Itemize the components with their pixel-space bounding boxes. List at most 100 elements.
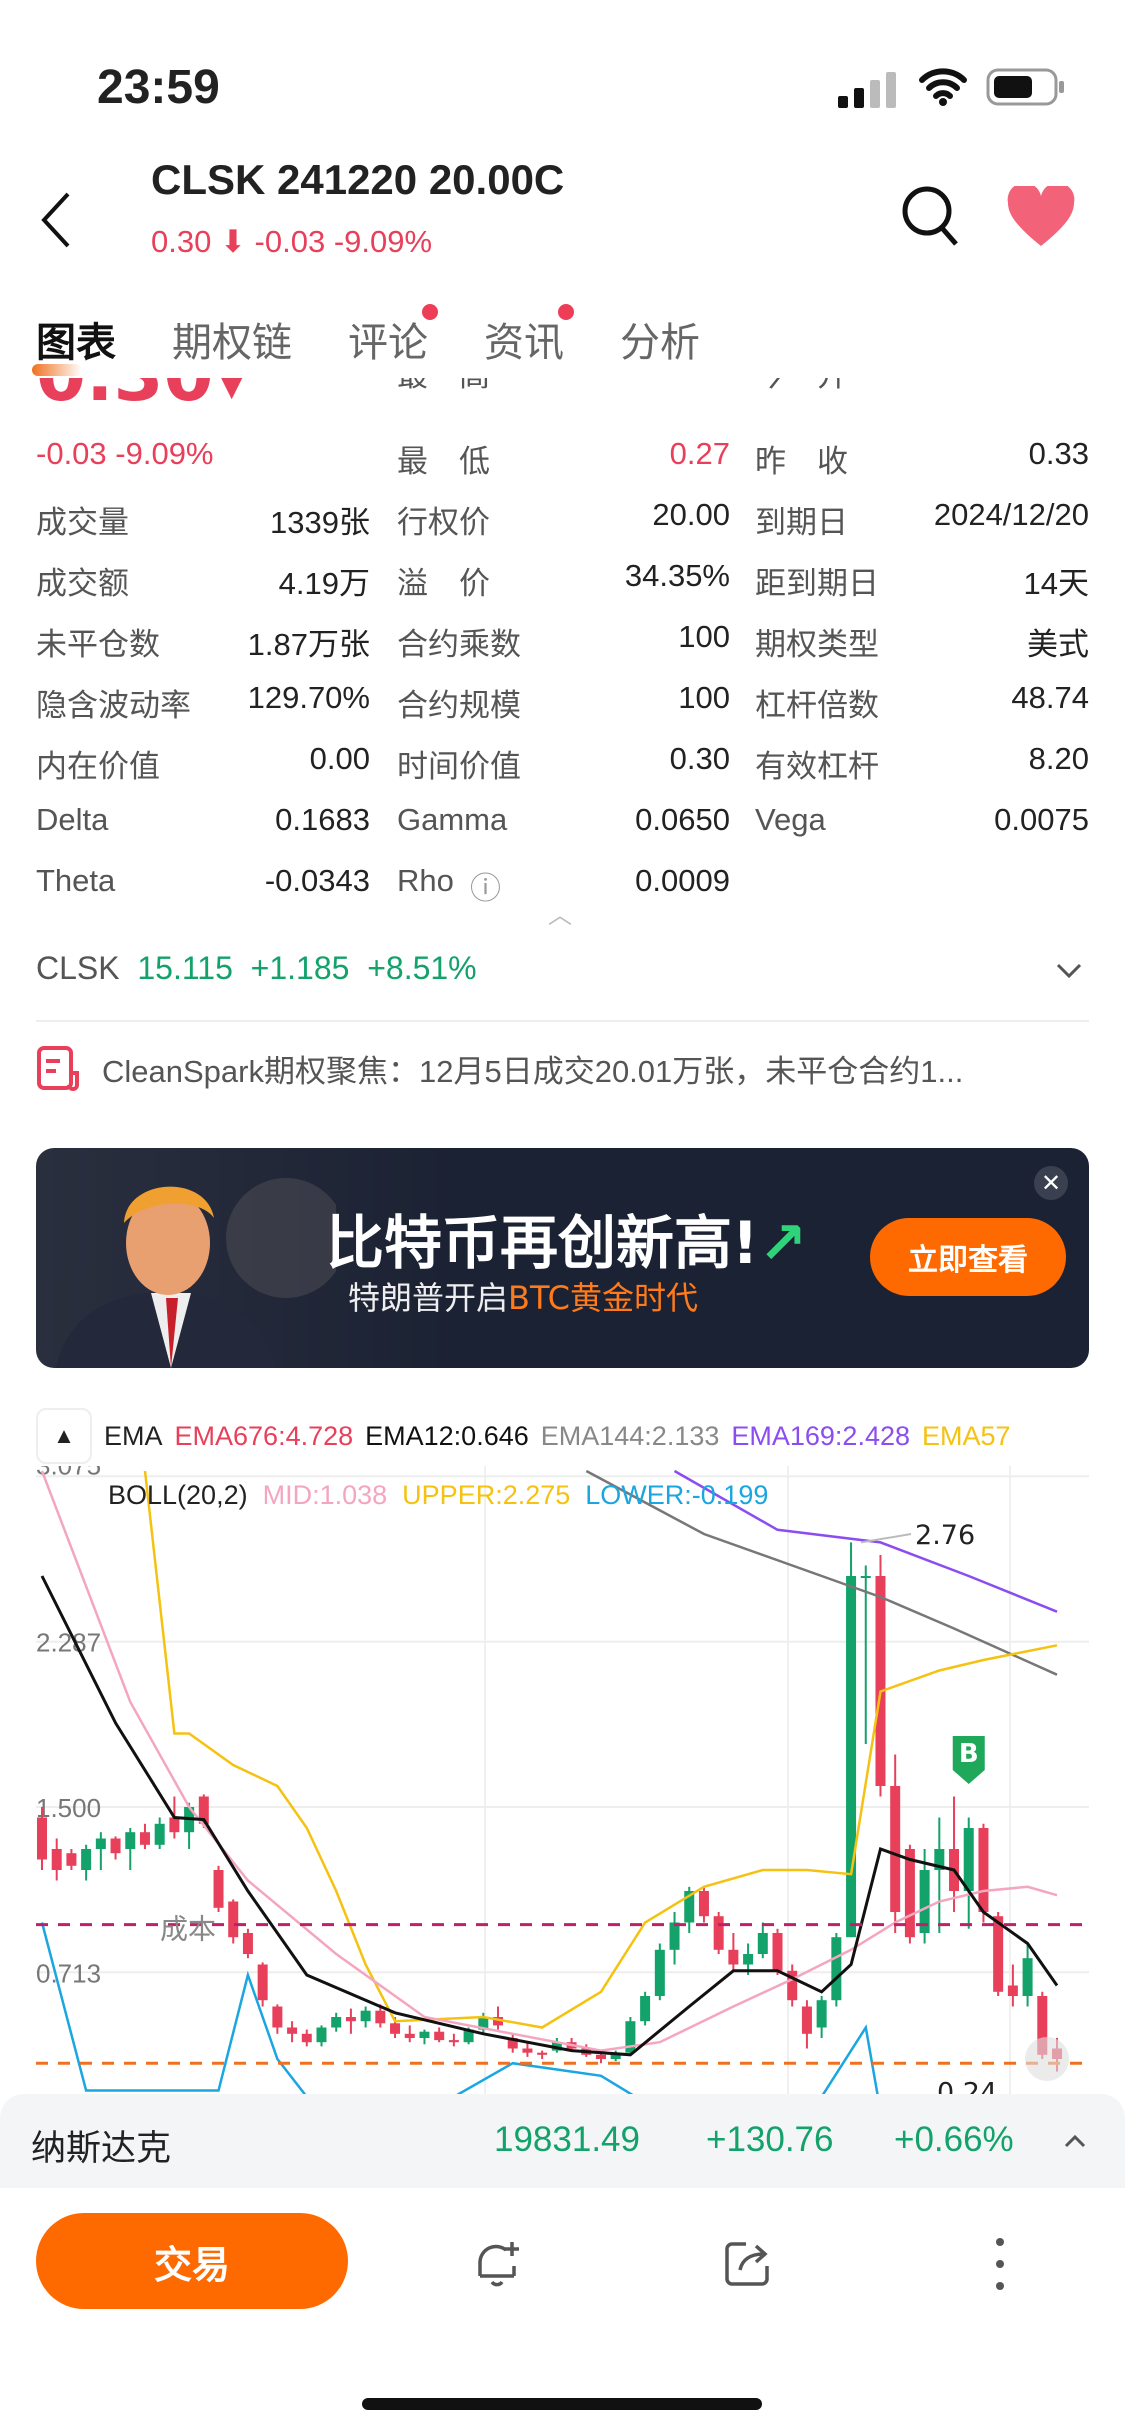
stat-label: 行权价 [397, 505, 490, 540]
signal-icon [838, 72, 896, 108]
stat-value: 2024/12/20 [933, 497, 1089, 532]
status-time: 23:59 [97, 61, 220, 114]
candle-body [139, 1832, 150, 1845]
index-value: 19831.49 [494, 2120, 640, 2159]
index-change-pct: +0.66% [894, 2120, 1014, 2159]
candlestick-chart[interactable]: 3.0752.2871.5000.713成本2.760.24B [0, 1466, 1125, 2094]
stat-label: Delta [36, 802, 109, 837]
stats-row: Delta 0.1683 Gamma 0.0650 Vega 0.0075 [0, 802, 1125, 852]
legend-ema[interactable]: EMA [104, 1421, 163, 1452]
collapse-chevron-icon[interactable]: ︿ [548, 895, 572, 930]
line-lower [40, 1922, 879, 2094]
header-change-pct: -9.09% [333, 224, 433, 259]
header-quote: 0.30 ⬇ -0.03 -9.09% [151, 224, 432, 260]
favorite-heart-icon[interactable] [1006, 186, 1076, 248]
underlying-row[interactable]: CLSK 15.115 +1.185 +8.51% [36, 950, 477, 987]
candle-body [713, 1916, 724, 1950]
tab-chart[interactable]: 图表 [32, 310, 116, 376]
candle-body [904, 1849, 915, 1938]
ad-banner[interactable]: 比特币再创新高!↗ 特朗普开启BTC黄金时代 立即查看 ✕ [36, 1148, 1089, 1368]
stat-label: Vega [755, 802, 826, 837]
candle-body [95, 1838, 106, 1849]
stat-value: 4.19万 [278, 566, 370, 601]
stats-row: -0.03 -9.09% 最 低 0.27 昨 收 0.33 [0, 436, 1125, 486]
news-text: CleanSpark期权聚焦：12月5日成交20.01万张，未平仓合约1... [102, 1053, 964, 1089]
stat-label: Rho [397, 863, 454, 898]
stats-row: 成交量 1339张 行权价 20.00 到期日 2024/12/20 [0, 497, 1125, 547]
wifi-icon [919, 68, 967, 106]
legend-mid: MID:1.038 [262, 1480, 388, 1510]
legend-ema144: EMA144:2.133 [540, 1420, 720, 1451]
ad-headline-text: 比特币再创新高! [326, 1209, 759, 1277]
candle-body [963, 1828, 974, 1891]
stat-label: 合约乘数 [397, 627, 521, 662]
tab-label: 资讯 [484, 320, 564, 366]
stats-row: 隐含波动率 129.70% 合约规模 100 杠杆倍数 48.74 [0, 680, 1125, 730]
underlying-price: 15.115 [137, 950, 233, 986]
chevron-down-icon[interactable] [1056, 962, 1082, 980]
stat-value: 48.74 [1011, 680, 1089, 715]
candle-body [993, 1916, 1004, 1992]
chevron-up-icon[interactable] [1064, 2134, 1086, 2148]
stat-label: 距到期日 [755, 566, 879, 601]
tab-comments[interactable]: 评论 [348, 304, 438, 368]
candle-body [846, 1576, 857, 1938]
stat-value: 34.35% [624, 558, 730, 593]
candle-body [375, 2010, 386, 2024]
close-icon[interactable]: ✕ [1034, 1166, 1068, 1200]
candle-body [51, 1849, 62, 1870]
tab-analysis[interactable]: 分析 [620, 310, 700, 368]
info-icon[interactable]: ⓘ [470, 863, 501, 908]
share-icon[interactable] [720, 2236, 776, 2292]
stat-value: 1.87万张 [247, 627, 370, 662]
stat-value: 0.27 [669, 436, 730, 471]
search-icon[interactable] [900, 184, 960, 248]
quote-change: -0.03 -9.09% [36, 436, 214, 471]
candle-body [434, 2031, 445, 2041]
underlying-change-pct: +8.51% [367, 950, 477, 986]
ad-view-button[interactable]: 立即查看 [870, 1218, 1066, 1296]
candle-body [1022, 1958, 1033, 1996]
more-icon[interactable] [988, 2234, 1012, 2294]
candle-body [242, 1933, 253, 1954]
stat-value: 20.00 [652, 497, 730, 532]
underlying-symbol: CLSK [36, 950, 120, 986]
down-arrow-icon: ⬇ [211, 224, 255, 259]
stat-value: 美式 [1027, 627, 1089, 662]
news-document-icon [37, 1046, 79, 1091]
battery-icon [986, 68, 1064, 106]
candle-body [81, 1849, 92, 1870]
stat-value: 0.33 [1028, 436, 1089, 471]
news-item[interactable]: CleanSpark期权聚焦：12月5日成交20.01万张，未平仓合约1... [36, 1045, 963, 1091]
stat-label: 溢 价 [397, 566, 490, 601]
candle-body [37, 1817, 47, 1860]
stat-label: 昨 收 [755, 444, 848, 479]
tab-option-chain[interactable]: 期权链 [172, 310, 292, 368]
candle-body [654, 1949, 665, 1996]
underlying-change: +1.185 [250, 950, 350, 986]
candle-body [345, 2017, 356, 2022]
collapse-triangle-icon[interactable]: ▲ [36, 1408, 92, 1464]
candle-body [669, 1922, 680, 1950]
stat-label: 内在价值 [36, 749, 160, 784]
candle-body [728, 1949, 739, 1965]
candle-body [522, 2048, 533, 2053]
page-title: CLSK 241220 20.00C [151, 156, 565, 203]
stat-value: -0.0343 [264, 863, 370, 898]
trade-button[interactable]: 交易 [36, 2213, 348, 2309]
candle-body [772, 1933, 783, 1971]
bell-plus-icon[interactable] [470, 2236, 526, 2292]
tab-news[interactable]: 资讯 [484, 304, 574, 368]
stat-label: 成交额 [36, 566, 129, 601]
legend-ema12: EMA12:0.646 [365, 1420, 529, 1451]
index-name: 纳斯达克 [31, 2129, 172, 2168]
stat-label: 未平仓数 [36, 627, 160, 662]
stat-value: 0.0650 [635, 802, 730, 837]
tab-label: 期权链 [172, 320, 292, 366]
stat-value: 0.30 [669, 741, 730, 776]
stats-row-clipped: 最 高今 开 [0, 378, 1125, 400]
index-bar[interactable]: 纳斯达克 19831.49 +130.76 +0.66% [0, 2094, 1125, 2188]
back-icon[interactable] [36, 190, 76, 250]
candle-body [257, 1964, 268, 2001]
header-change: -0.03 [254, 224, 326, 259]
